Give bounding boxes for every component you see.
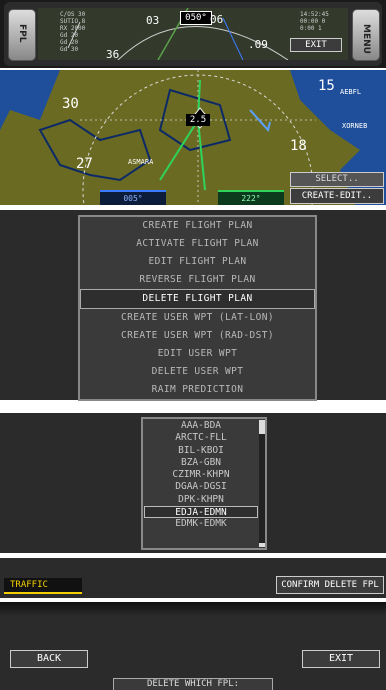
compass-label-03: 03 — [146, 14, 160, 27]
softkey-bar: TRAFFIC CONFIRM DELETE FPL — [0, 558, 386, 598]
list-item[interactable]: DPK-KHPN — [144, 494, 258, 506]
menu-item-create-fpl[interactable]: CREATE FLIGHT PLAN — [80, 217, 315, 235]
top-status-panel: FPL MENU C/OS 30 SUTIO 8 RX 2000 Gd 20 G… — [0, 0, 386, 68]
exit-button[interactable]: EXIT — [302, 650, 380, 668]
map-compass-15: 15 — [318, 78, 335, 94]
top-exit-button[interactable]: EXIT — [290, 38, 342, 52]
menu-item-create-wpt-raddst[interactable]: CREATE USER WPT (RAD-DST) — [80, 327, 315, 345]
menu-item-reverse-fpl[interactable]: REVERSE FLIGHT PLAN — [80, 271, 315, 289]
compass-label-36: 36 — [106, 48, 120, 61]
menu-item-activate-fpl[interactable]: ACTIVATE FLIGHT PLAN — [80, 235, 315, 253]
list-item[interactable]: BZA-GBN — [144, 457, 258, 469]
menu-knob[interactable]: MENU — [352, 9, 380, 61]
menu-knob-label: MENU — [361, 24, 371, 54]
fpl-knob-label: FPL — [17, 24, 27, 43]
map-place-label: XORNEB — [342, 122, 368, 130]
menu-item-raim[interactable]: RAIM PREDICTION — [80, 381, 315, 399]
compass-label-06: 06 — [210, 13, 224, 26]
right-data-line: 14:52:45 — [300, 11, 329, 18]
menu-item-edit-fpl[interactable]: EDIT FLIGHT PLAN — [80, 253, 315, 271]
traffic-underline — [4, 592, 82, 594]
confirm-delete-fpl-button[interactable]: CONFIRM DELETE FPL — [276, 576, 384, 594]
traffic-label: TRAFFIC — [10, 580, 48, 590]
fpl-knob[interactable]: FPL — [8, 9, 36, 61]
right-data-block: 14:52:45 00:00 0 0:00 1 — [300, 11, 329, 32]
create-edit-softkey[interactable]: CREATE-EDIT.. — [290, 188, 384, 204]
left-data-line: Gd 30 — [60, 46, 79, 53]
menu-item-delete-fpl[interactable]: DELETE FLIGHT PLAN — [80, 289, 315, 309]
right-readout: 222° — [218, 190, 284, 205]
map-compass-30: 30 — [62, 96, 79, 112]
left-data-line: Gd 20 — [60, 32, 79, 39]
list-item[interactable]: CZIMR-KHPN — [144, 469, 258, 481]
fpl-list-items: AAA-BDA ARCTC-FLL BIL-KBOI BZA-GBN CZIMR… — [144, 420, 258, 531]
left-data-line: Gd 20 — [60, 39, 79, 46]
moving-map-panel: 30 27 15 18 2.5 ASMARA AEBFL XORNEB 005°… — [0, 70, 386, 205]
left-data-block: C/OS 30 SUTIO 8 RX 2000 Gd 20 Gd 20 Gd 3… — [60, 11, 85, 53]
list-item[interactable]: EDMK-EDMK — [144, 518, 258, 530]
right-data-line: 0:00 1 — [300, 25, 322, 32]
scrollbar-end — [259, 543, 265, 547]
map-place-label: ASMARA — [128, 158, 154, 166]
menu-item-delete-wpt[interactable]: DELETE USER WPT — [80, 363, 315, 381]
right-data-line: 00:00 0 — [300, 18, 326, 25]
back-button[interactable]: BACK — [10, 650, 88, 668]
top-lcd: C/OS 30 SUTIO 8 RX 2000 Gd 20 Gd 20 Gd 3… — [38, 8, 348, 61]
left-data-line: RX 2000 — [60, 25, 86, 32]
left-readout: 005° — [100, 190, 166, 205]
map-compass-27: 27 — [76, 156, 93, 172]
ownship-altitude: 2.5 — [186, 114, 210, 126]
list-item[interactable]: AAA-BDA — [144, 420, 258, 432]
flight-plan-menu: CREATE FLIGHT PLAN ACTIVATE FLIGHT PLAN … — [78, 215, 317, 401]
left-data-line: SUTIO 8 — [60, 18, 86, 25]
list-item[interactable]: EDJA-EDMN — [144, 506, 258, 519]
list-item[interactable]: ARCTC-FLL — [144, 432, 258, 444]
list-item[interactable]: DGAA-DGSI — [144, 481, 258, 493]
scrollbar-thumb[interactable] — [259, 420, 265, 434]
fpl-list-scrollbar[interactable] — [259, 420, 265, 547]
fpl-list: AAA-BDA ARCTC-FLL BIL-KBOI BZA-GBN CZIMR… — [141, 417, 267, 550]
compass-label-09: .09 — [248, 38, 268, 51]
bottom-panel: BACK EXIT DELETE WHICH FPL: — [0, 602, 386, 690]
menu-item-create-wpt-latlon[interactable]: CREATE USER WPT (LAT-LON) — [80, 309, 315, 327]
left-data-line: C/OS 30 — [60, 11, 86, 18]
traffic-indicator: TRAFFIC — [4, 578, 82, 594]
menu-item-edit-wpt[interactable]: EDIT USER WPT — [80, 345, 315, 363]
heading-box: 050° — [180, 11, 212, 25]
map-place-label: AEBFL — [340, 88, 362, 96]
select-softkey[interactable]: SELECT.. — [290, 172, 384, 187]
list-item[interactable]: BIL-KBOI — [144, 445, 258, 457]
delete-which-fpl-prompt: DELETE WHICH FPL: — [113, 678, 273, 690]
bottom-panel-shade — [0, 602, 386, 616]
map-compass-18: 18 — [290, 138, 307, 154]
